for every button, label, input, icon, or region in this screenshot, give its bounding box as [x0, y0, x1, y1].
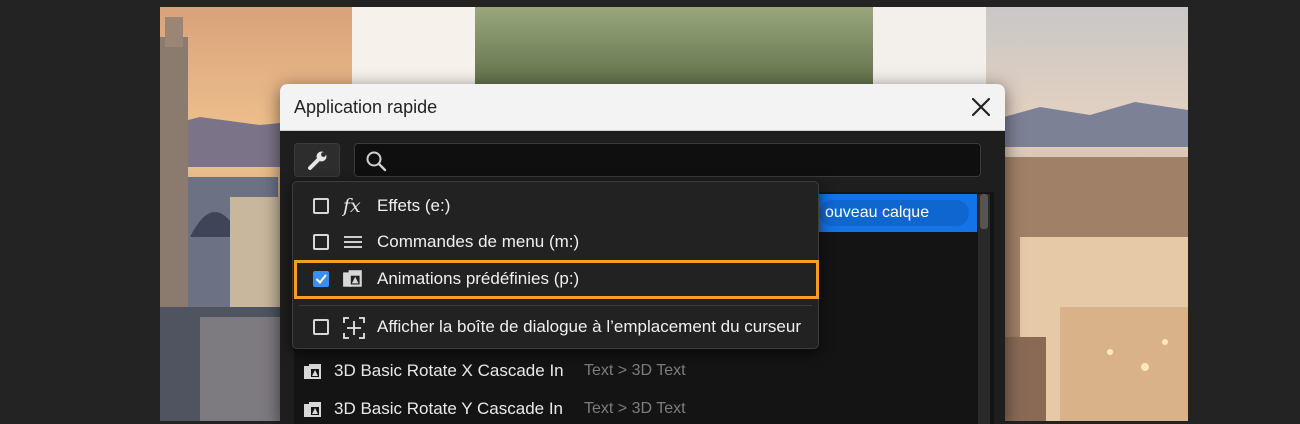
menu-item-effects[interactable]: fx Effets (e:): [293, 188, 818, 224]
result-path: Text > 3D Text: [584, 362, 686, 379]
search-icon: [366, 151, 387, 172]
results-scrollbar[interactable]: [978, 194, 990, 424]
result-row[interactable]: 3D Basic Rotate X Cascade In Text > 3D T…: [294, 352, 977, 390]
close-icon[interactable]: [967, 93, 995, 121]
menu-item-label: Animations prédéfinies (p:): [377, 269, 580, 288]
result-path: Text > 3D Text: [584, 400, 686, 417]
preset-icon: [342, 268, 364, 295]
dialog-titlebar: Application rapide: [280, 84, 1005, 131]
search-field[interactable]: [354, 143, 981, 177]
menu-item-label: Afficher la boîte de dialogue à l’emplac…: [377, 317, 801, 336]
menu-item-label: Effets (e:): [377, 196, 451, 215]
fx-icon: fx: [341, 195, 368, 222]
menu-item-animation-presets[interactable]: Animations prédéfinies (p:): [293, 261, 818, 297]
menu-lines-icon: [342, 231, 364, 258]
result-name: 3D Basic Rotate Y Cascade In: [334, 399, 564, 418]
menu-item-label: Commandes de menu (m:): [377, 232, 580, 251]
menu-divider: [299, 305, 812, 306]
svg-text:fx: fx: [342, 195, 361, 217]
filter-dropdown-menu: fx Effets (e:) Commandes de menu (m:) An…: [292, 181, 819, 349]
search-toolbar: [294, 143, 981, 177]
wrench-icon: [308, 151, 327, 170]
dialog-title: Application rapide: [294, 97, 438, 117]
selected-result-label: ouveau calque: [819, 200, 969, 226]
scrollbar-thumb[interactable]: [980, 194, 988, 229]
search-input[interactable]: [393, 148, 972, 174]
show-at-cursor-checkbox[interactable]: [313, 319, 329, 335]
cursor-target-icon: [342, 316, 366, 345]
filter-dropdown-button[interactable]: [294, 143, 340, 177]
result-row[interactable]: 3D Basic Rotate Y Cascade In Text > 3D T…: [294, 390, 977, 424]
preset-icon: [303, 400, 323, 424]
animation-presets-checkbox[interactable]: [313, 271, 329, 287]
menu-commands-checkbox[interactable]: [313, 234, 329, 250]
result-name: 3D Basic Rotate X Cascade In: [334, 361, 564, 380]
preset-icon: [303, 362, 323, 387]
menu-item-show-dialog-at-cursor[interactable]: Afficher la boîte de dialogue à l’emplac…: [293, 309, 818, 345]
menu-item-menu-commands[interactable]: Commandes de menu (m:): [293, 224, 818, 260]
effects-checkbox[interactable]: [313, 198, 329, 214]
